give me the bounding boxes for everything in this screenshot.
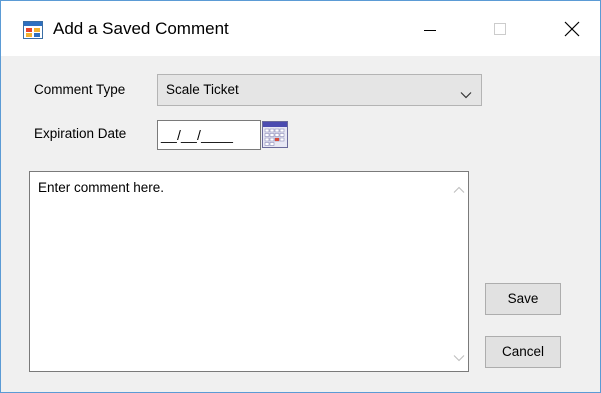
dialog-window: Add a Saved Comment Comment Type Scale T… [0,0,601,393]
expiration-date-label: Expiration Date [34,126,127,141]
expiration-date-field[interactable]: __/__/____ [157,120,261,150]
save-button[interactable]: Save [485,283,561,315]
expiration-date-mask: __/__/____ [161,127,234,143]
app-form-icon [23,21,43,39]
comment-type-dropdown[interactable]: Scale Ticket [157,74,482,106]
close-button[interactable] [549,1,595,56]
comment-textarea[interactable]: Enter comment here. [29,171,469,372]
comment-type-value: Scale Ticket [166,82,239,97]
cancel-button[interactable]: Cancel [485,336,561,368]
maximize-icon [477,23,523,60]
calendar-icon[interactable] [262,121,288,148]
comment-scrollbar[interactable] [450,172,468,371]
scroll-down-icon[interactable] [453,349,465,362]
chevron-down-icon [460,86,472,99]
maximize-button[interactable] [477,1,523,56]
close-icon [549,21,595,60]
comment-text: Enter comment here. [38,180,165,195]
title-bar[interactable]: Add a Saved Comment [1,1,600,56]
window-title: Add a Saved Comment [53,19,229,38]
scroll-up-icon[interactable] [453,181,465,193]
minimize-button[interactable] [407,1,453,56]
comment-type-label: Comment Type [34,82,126,97]
minimize-icon [407,30,453,60]
